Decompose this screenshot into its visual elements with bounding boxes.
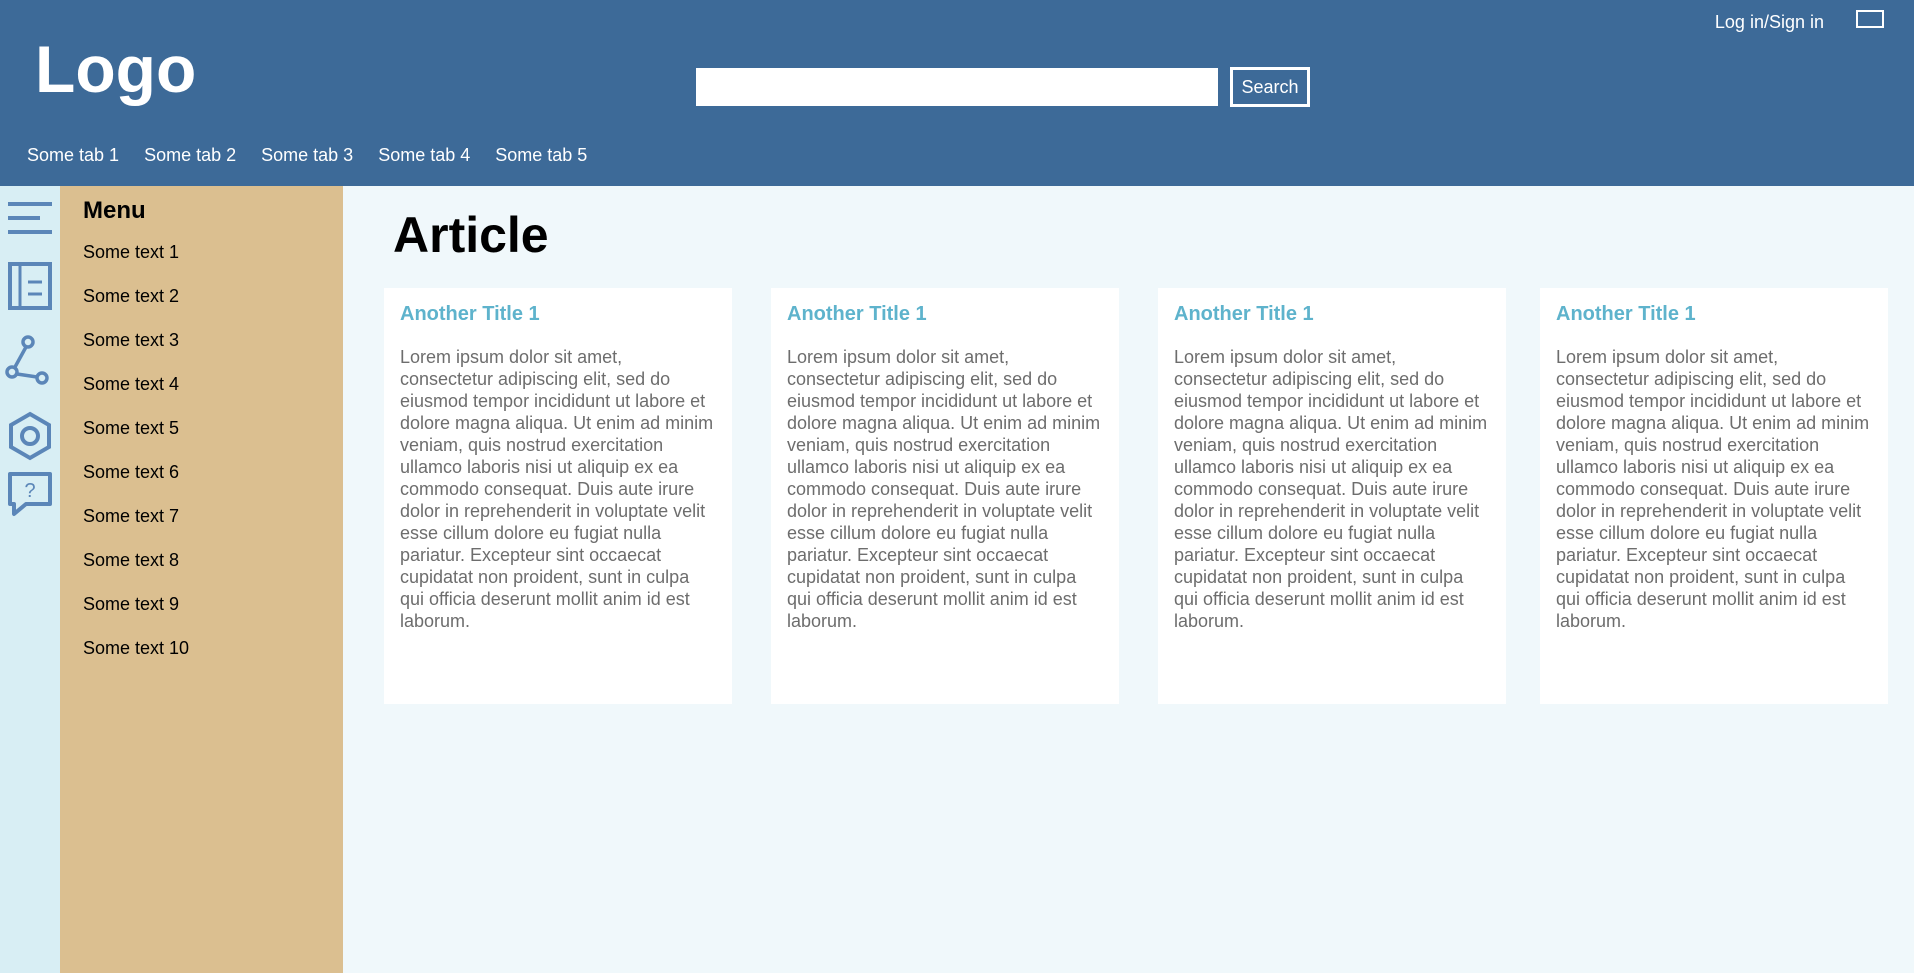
card-body: Lorem ipsum dolor sit amet, consectetur … xyxy=(1556,347,1870,631)
sidebar-item-5[interactable]: Some text 5 xyxy=(83,416,189,460)
search-input[interactable] xyxy=(696,68,1218,106)
article-card: Another Title 1 Lorem ipsum dolor sit am… xyxy=(771,288,1119,704)
main-content: Article Another Title 1 Lorem ipsum dolo… xyxy=(343,186,1914,973)
search-button[interactable]: Search xyxy=(1230,67,1310,107)
svg-text:?: ? xyxy=(24,480,35,502)
help-icon[interactable]: ? xyxy=(4,468,56,520)
article-card: Another Title 1 Lorem ipsum dolor sit am… xyxy=(384,288,732,704)
sidebar-item-7[interactable]: Some text 7 xyxy=(83,504,189,548)
sidebar-item-3[interactable]: Some text 3 xyxy=(83,328,189,372)
card-body: Lorem ipsum dolor sit amet, consectetur … xyxy=(787,347,1101,631)
page-title: Article xyxy=(393,207,549,263)
menu-title: Menu xyxy=(83,197,146,224)
sidebar-item-1[interactable]: Some text 1 xyxy=(83,240,189,284)
card-body: Lorem ipsum dolor sit amet, consectetur … xyxy=(400,347,714,631)
tab-2[interactable]: Some tab 2 xyxy=(144,143,236,167)
card-title[interactable]: Another Title 1 xyxy=(1174,300,1490,328)
header: Logo Log in/Sign in Search Some tab 1 So… xyxy=(0,0,1914,186)
card-body: Lorem ipsum dolor sit amet, consectetur … xyxy=(1174,347,1488,631)
card-title[interactable]: Another Title 1 xyxy=(787,300,1103,328)
sidebar-item-6[interactable]: Some text 6 xyxy=(83,460,189,504)
tab-3[interactable]: Some tab 3 xyxy=(261,143,353,167)
article-card: Another Title 1 Lorem ipsum dolor sit am… xyxy=(1158,288,1506,704)
settings-icon[interactable] xyxy=(4,410,56,462)
login-icon[interactable] xyxy=(1856,10,1884,28)
sidebar-item-2[interactable]: Some text 2 xyxy=(83,284,189,328)
hamburger-icon[interactable] xyxy=(4,192,56,244)
sidebar-item-8[interactable]: Some text 8 xyxy=(83,548,189,592)
card-title[interactable]: Another Title 1 xyxy=(1556,300,1872,328)
tab-4[interactable]: Some tab 4 xyxy=(378,143,470,167)
tab-1[interactable]: Some tab 1 xyxy=(27,143,119,167)
tab-bar: Some tab 1 Some tab 2 Some tab 3 Some ta… xyxy=(27,143,587,167)
sidebar: Menu Some text 1 Some text 2 Some text 3… xyxy=(60,186,343,973)
logo[interactable]: Logo xyxy=(35,30,196,108)
article-card: Another Title 1 Lorem ipsum dolor sit am… xyxy=(1540,288,1888,704)
sidebar-item-9[interactable]: Some text 9 xyxy=(83,592,189,636)
sidebar-item-4[interactable]: Some text 4 xyxy=(83,372,189,416)
article-icon[interactable] xyxy=(4,260,56,312)
card-title[interactable]: Another Title 1 xyxy=(400,300,716,328)
share-icon[interactable] xyxy=(4,334,56,386)
tab-5[interactable]: Some tab 5 xyxy=(495,143,587,167)
login-link[interactable]: Log in/Sign in xyxy=(1715,10,1824,34)
icon-rail: ? xyxy=(0,186,60,973)
menu-list: Some text 1 Some text 2 Some text 3 Some… xyxy=(83,240,189,680)
sidebar-item-10[interactable]: Some text 10 xyxy=(83,636,189,680)
